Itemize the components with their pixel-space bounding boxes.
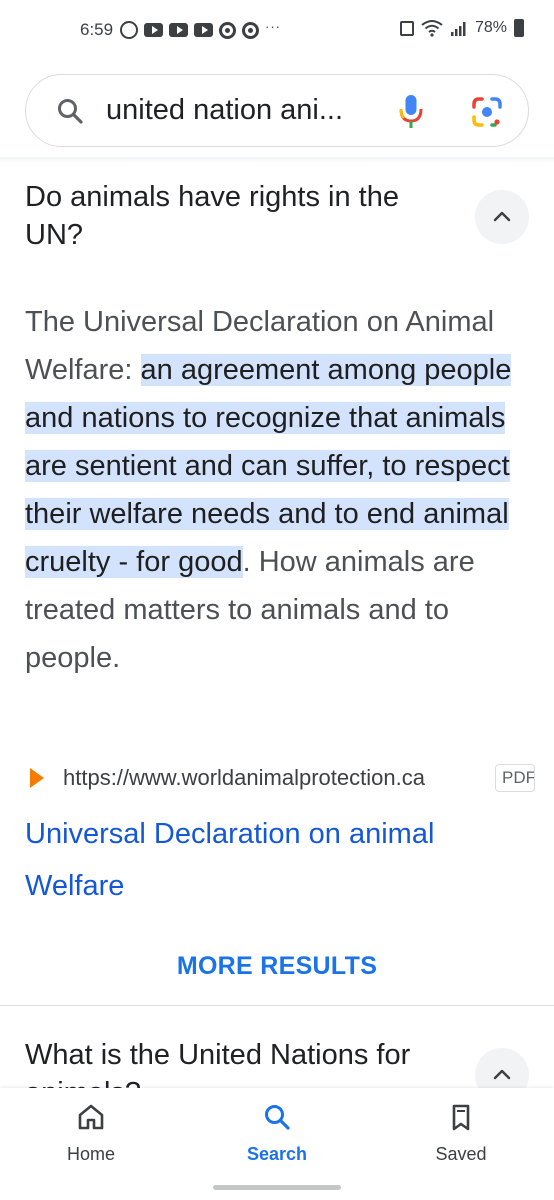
source-row[interactable]: https://www.worldanimalprotection.ca PDF [25, 762, 554, 796]
search-bar[interactable]: united nation ani... [25, 74, 529, 147]
more-notifications-icon: ··· [265, 18, 281, 34]
mic-icon[interactable] [398, 93, 424, 131]
answer-highlight: an agreement among people and nations to… [25, 354, 512, 578]
faq-question[interactable]: Do animals have rights in the UN? [25, 178, 465, 254]
nav-home[interactable]: Home [31, 1102, 151, 1165]
search-input[interactable]: united nation ani... [106, 94, 343, 127]
status-time: 6:59 [80, 20, 114, 39]
bottom-nav: Home Search Saved [0, 1088, 554, 1200]
nfc-icon [399, 20, 414, 36]
collapse-button[interactable] [475, 190, 529, 244]
home-icon [78, 1104, 104, 1130]
lens-icon[interactable] [471, 96, 503, 128]
chrome-icon [242, 21, 259, 39]
battery-icon [514, 19, 524, 37]
pdf-badge: PDF [495, 764, 535, 792]
result-title-link[interactable]: Universal Declaration on animal Welfare [25, 808, 525, 912]
source-arrow-icon [30, 768, 44, 788]
chevron-up-icon [493, 211, 511, 222]
nav-saved-label: Saved [435, 1144, 487, 1164]
next-faq-question[interactable]: What is the United Nations for animals? [25, 1036, 465, 1088]
notification-icons: ··· [120, 18, 281, 39]
source-url[interactable]: https://www.worldanimalprotection.ca [63, 765, 425, 791]
nav-search-label: Search [246, 1144, 308, 1164]
search-icon[interactable] [56, 97, 84, 125]
faq-answer: The Universal Declaration on Animal Welf… [25, 298, 535, 682]
nav-home-label: Home [66, 1144, 115, 1164]
divider [0, 1005, 554, 1006]
system-icons: 78% [399, 19, 524, 37]
signal-icon [450, 22, 466, 36]
wifi-icon [421, 20, 443, 37]
nav-search[interactable]: Search [217, 1102, 337, 1165]
youtube-icon [194, 23, 213, 37]
active-tab-indicator [213, 1185, 341, 1190]
search-icon [265, 1105, 290, 1130]
youtube-icon [144, 23, 163, 37]
header-shadow [0, 157, 554, 163]
chrome-icon [219, 21, 236, 39]
battery-percent: 78% [474, 19, 507, 36]
youtube-icon [169, 23, 188, 37]
whatsapp-icon [120, 21, 138, 39]
bookmarks-icon [452, 1104, 470, 1131]
status-bar: 6:59 ··· 78% [0, 0, 554, 62]
nav-saved[interactable]: Saved [401, 1102, 521, 1165]
chevron-up-icon [493, 1069, 511, 1080]
more-results-button[interactable]: MORE RESULTS [0, 952, 554, 981]
